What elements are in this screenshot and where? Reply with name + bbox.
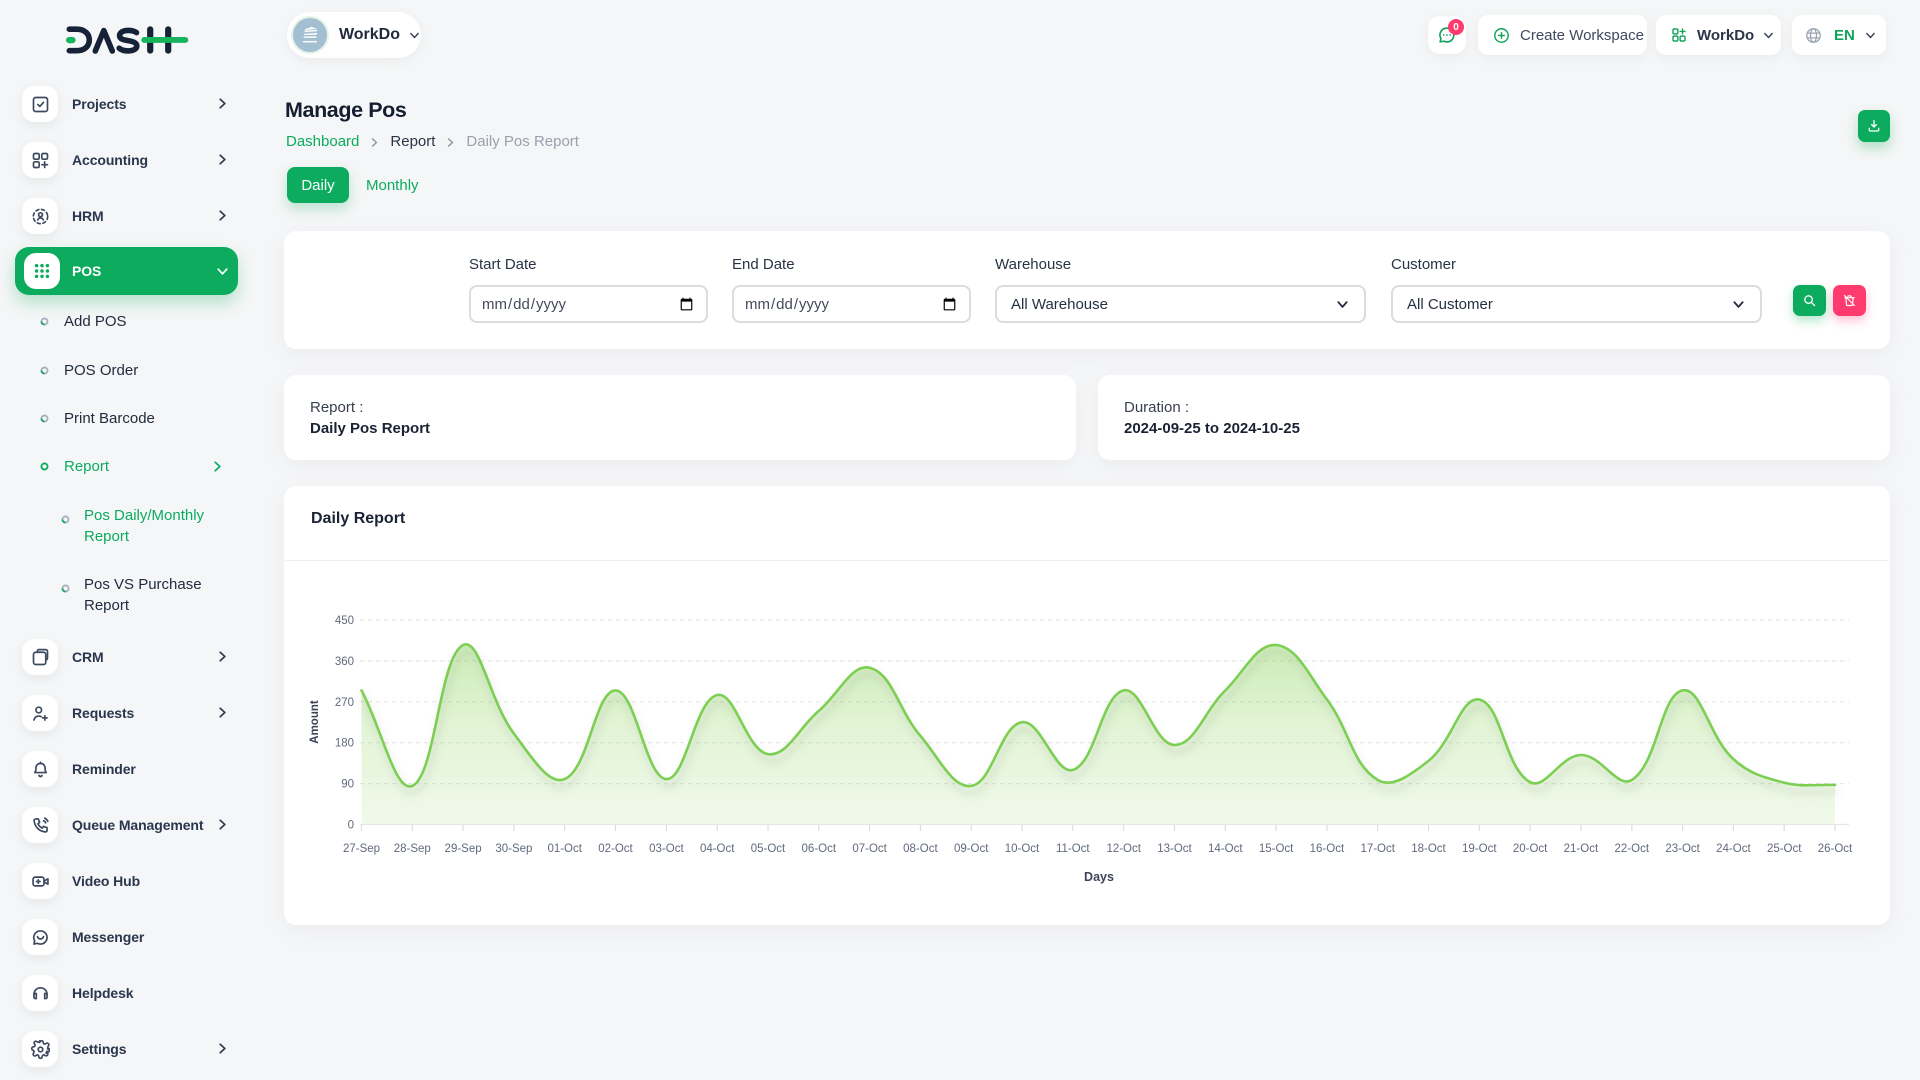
svg-text:24-Oct: 24-Oct [1716,843,1751,855]
svg-text:08-Oct: 08-Oct [903,843,938,855]
svg-text:04-Oct: 04-Oct [700,843,735,855]
svg-text:360: 360 [335,656,354,668]
svg-text:01-Oct: 01-Oct [547,843,582,855]
svg-text:03-Oct: 03-Oct [649,843,684,855]
svg-text:15-Oct: 15-Oct [1259,843,1294,855]
svg-text:90: 90 [341,779,354,791]
svg-text:27-Sep: 27-Sep [343,843,380,855]
svg-text:05-Oct: 05-Oct [751,843,786,855]
svg-text:26-Oct: 26-Oct [1818,843,1853,855]
svg-text:12-Oct: 12-Oct [1106,843,1141,855]
svg-text:21-Oct: 21-Oct [1564,843,1599,855]
svg-text:13-Oct: 13-Oct [1157,843,1192,855]
svg-text:25-Oct: 25-Oct [1767,843,1802,855]
svg-text:11-Oct: 11-Oct [1056,843,1090,855]
svg-text:270: 270 [335,697,354,709]
svg-text:30-Sep: 30-Sep [495,843,532,855]
svg-text:23-Oct: 23-Oct [1665,843,1700,855]
svg-text:07-Oct: 07-Oct [852,843,887,855]
svg-text:20-Oct: 20-Oct [1513,843,1548,855]
svg-text:Days: Days [1084,870,1114,884]
svg-text:19-Oct: 19-Oct [1462,843,1497,855]
svg-text:10-Oct: 10-Oct [1005,843,1040,855]
svg-text:Amount: Amount [309,700,321,744]
svg-text:02-Oct: 02-Oct [598,843,633,855]
svg-text:29-Sep: 29-Sep [445,843,482,855]
svg-text:14-Oct: 14-Oct [1208,843,1243,855]
svg-text:18-Oct: 18-Oct [1411,843,1446,855]
svg-text:22-Oct: 22-Oct [1615,843,1650,855]
svg-text:28-Sep: 28-Sep [394,843,431,855]
svg-text:16-Oct: 16-Oct [1310,843,1345,855]
svg-text:450: 450 [335,615,354,627]
svg-text:09-Oct: 09-Oct [954,843,989,855]
svg-text:180: 180 [335,738,354,750]
svg-text:06-Oct: 06-Oct [802,843,837,855]
svg-text:17-Oct: 17-Oct [1360,843,1395,855]
svg-text:0: 0 [348,820,354,832]
